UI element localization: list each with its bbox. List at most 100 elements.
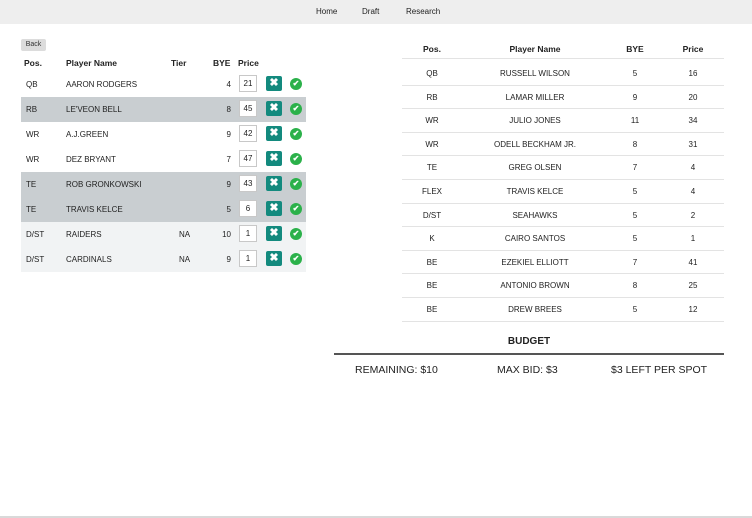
roster-position: BE [426, 305, 438, 314]
back-button[interactable]: Back [21, 39, 46, 51]
player-row: TE TRAVIS KELCE 5 ✖ ✔ [21, 197, 306, 222]
player-row: D/ST RAIDERS NA 10 ✖ ✔ [21, 222, 306, 247]
player-position: RB [26, 105, 38, 114]
player-bye: 7 [226, 155, 231, 164]
roster-header-bye: BYE [626, 44, 644, 54]
roster-price: 4 [690, 163, 696, 173]
price-input[interactable] [239, 200, 257, 217]
check-circle-icon: ✔ [292, 254, 300, 263]
player-position: QB [26, 80, 38, 89]
confirm-price-button[interactable]: ✔ [290, 78, 302, 90]
roster-row: K CAIRO SANTOS 5 1 [402, 227, 724, 250]
remove-player-button[interactable]: ✖ [266, 201, 282, 216]
remove-player-button[interactable]: ✖ [266, 176, 282, 191]
roster-row: BE ANTONIO BROWN 8 25 [402, 274, 724, 297]
roster-row: FLEX TRAVIS KELCE 5 4 [402, 180, 724, 203]
roster-row: WR JULIO JONES 11 34 [402, 109, 724, 132]
price-input[interactable] [239, 75, 257, 92]
roster-player-name: EZEKIEL ELLIOTT [501, 257, 569, 267]
player-bye: 8 [226, 105, 231, 114]
player-name: AARON RODGERS [66, 80, 138, 89]
check-circle-icon: ✔ [292, 179, 300, 188]
confirm-price-button[interactable]: ✔ [290, 153, 302, 165]
remove-player-button[interactable]: ✖ [266, 151, 282, 166]
player-row: WR DEZ BRYANT 7 ✖ ✔ [21, 147, 306, 172]
roster-row: WR ODELL BECKHAM JR. 8 31 [402, 133, 724, 156]
player-bye: 10 [222, 230, 231, 239]
nav-draft-link[interactable]: Draft [362, 7, 379, 16]
roster-player-name: DREW BREES [508, 305, 562, 314]
header-player-name: Player Name [66, 58, 118, 68]
roster-bye: 5 [632, 187, 638, 196]
check-circle-icon: ✔ [292, 129, 300, 138]
roster-position: TE [426, 163, 438, 173]
player-row: TE ROB GRONKOWSKI 9 ✖ ✔ [21, 172, 306, 197]
remove-player-button[interactable]: ✖ [266, 226, 282, 241]
price-input[interactable] [239, 125, 257, 142]
roster-position: K [429, 234, 435, 244]
budget-left-per-spot: $3 LEFT PER SPOT [611, 364, 708, 376]
confirm-price-button[interactable]: ✔ [290, 203, 302, 215]
roster-position: D/ST [422, 210, 442, 220]
player-row: D/ST CARDINALS NA 9 ✖ ✔ [21, 247, 306, 272]
nav-home-link[interactable]: Home [316, 7, 337, 16]
player-position: D/ST [26, 230, 45, 239]
roster-row: BE DREW BREES 5 12 [402, 298, 724, 321]
roster-player-name: SEAHAWKS [512, 210, 558, 220]
remove-player-button[interactable]: ✖ [266, 101, 282, 116]
roster-position: RB [426, 92, 438, 102]
confirm-price-button[interactable]: ✔ [290, 128, 302, 140]
price-input[interactable] [239, 100, 257, 117]
player-position: WR [26, 130, 40, 139]
confirm-price-button[interactable]: ✔ [290, 103, 302, 115]
roster-row: QB RUSSELL WILSON 5 16 [402, 62, 724, 85]
player-row: QB AARON RODGERS 4 ✖ ✔ [21, 72, 306, 97]
budget-remaining: REMAINING: $10 [355, 364, 438, 376]
price-input[interactable] [239, 175, 257, 192]
header-tier: Tier [171, 58, 187, 68]
player-bye: 5 [226, 205, 231, 214]
player-name: DEZ BRYANT [66, 155, 116, 164]
check-circle-icon: ✔ [292, 204, 300, 213]
price-input[interactable] [239, 225, 257, 242]
roster-price: 25 [688, 281, 698, 291]
remove-player-button[interactable]: ✖ [266, 76, 282, 91]
check-circle-icon: ✔ [292, 104, 300, 113]
roster-price: 12 [688, 305, 698, 314]
roster-player-name: CAIRO SANTOS [504, 234, 566, 244]
roster-bye: 5 [632, 210, 638, 220]
confirm-price-button[interactable]: ✔ [290, 178, 302, 190]
x-icon: ✖ [269, 102, 279, 114]
confirm-price-button[interactable]: ✔ [290, 228, 302, 240]
roster-price: 16 [688, 69, 698, 78]
player-position: TE [26, 205, 37, 214]
player-row: WR A.J.GREEN 9 ✖ ✔ [21, 122, 306, 147]
player-row: RB LE'VEON BELL 8 ✖ ✔ [21, 97, 306, 122]
x-icon: ✖ [269, 202, 279, 214]
nav-research-link[interactable]: Research [406, 7, 440, 16]
roster-player-name: TRAVIS KELCE [506, 187, 564, 196]
roster-price: 20 [688, 92, 698, 102]
remove-player-button[interactable]: ✖ [266, 251, 282, 266]
roster-position: BE [426, 281, 438, 291]
header-bye: BYE [213, 58, 231, 68]
budget-max-bid: MAX BID: $3 [497, 364, 558, 376]
roster-row: RB LAMAR MILLER 9 20 [402, 86, 724, 109]
check-circle-icon: ✔ [292, 229, 300, 238]
check-circle-icon: ✔ [292, 154, 300, 163]
roster-price: 34 [688, 116, 698, 126]
roster-row: TE GREG OLSEN 7 4 [402, 156, 724, 179]
price-input[interactable] [239, 250, 257, 267]
confirm-price-button[interactable]: ✔ [290, 253, 302, 265]
roster-price: 31 [688, 139, 698, 149]
header-price: Price [238, 58, 259, 68]
roster-player-name: LAMAR MILLER [505, 92, 565, 102]
x-icon: ✖ [269, 127, 279, 139]
x-icon: ✖ [269, 227, 279, 239]
player-position: D/ST [26, 255, 45, 264]
roster-position: FLEX [421, 187, 442, 196]
remove-player-button[interactable]: ✖ [266, 126, 282, 141]
roster-position: QB [426, 69, 438, 78]
roster-header-player-name: Player Name [509, 44, 561, 54]
price-input[interactable] [239, 150, 257, 167]
